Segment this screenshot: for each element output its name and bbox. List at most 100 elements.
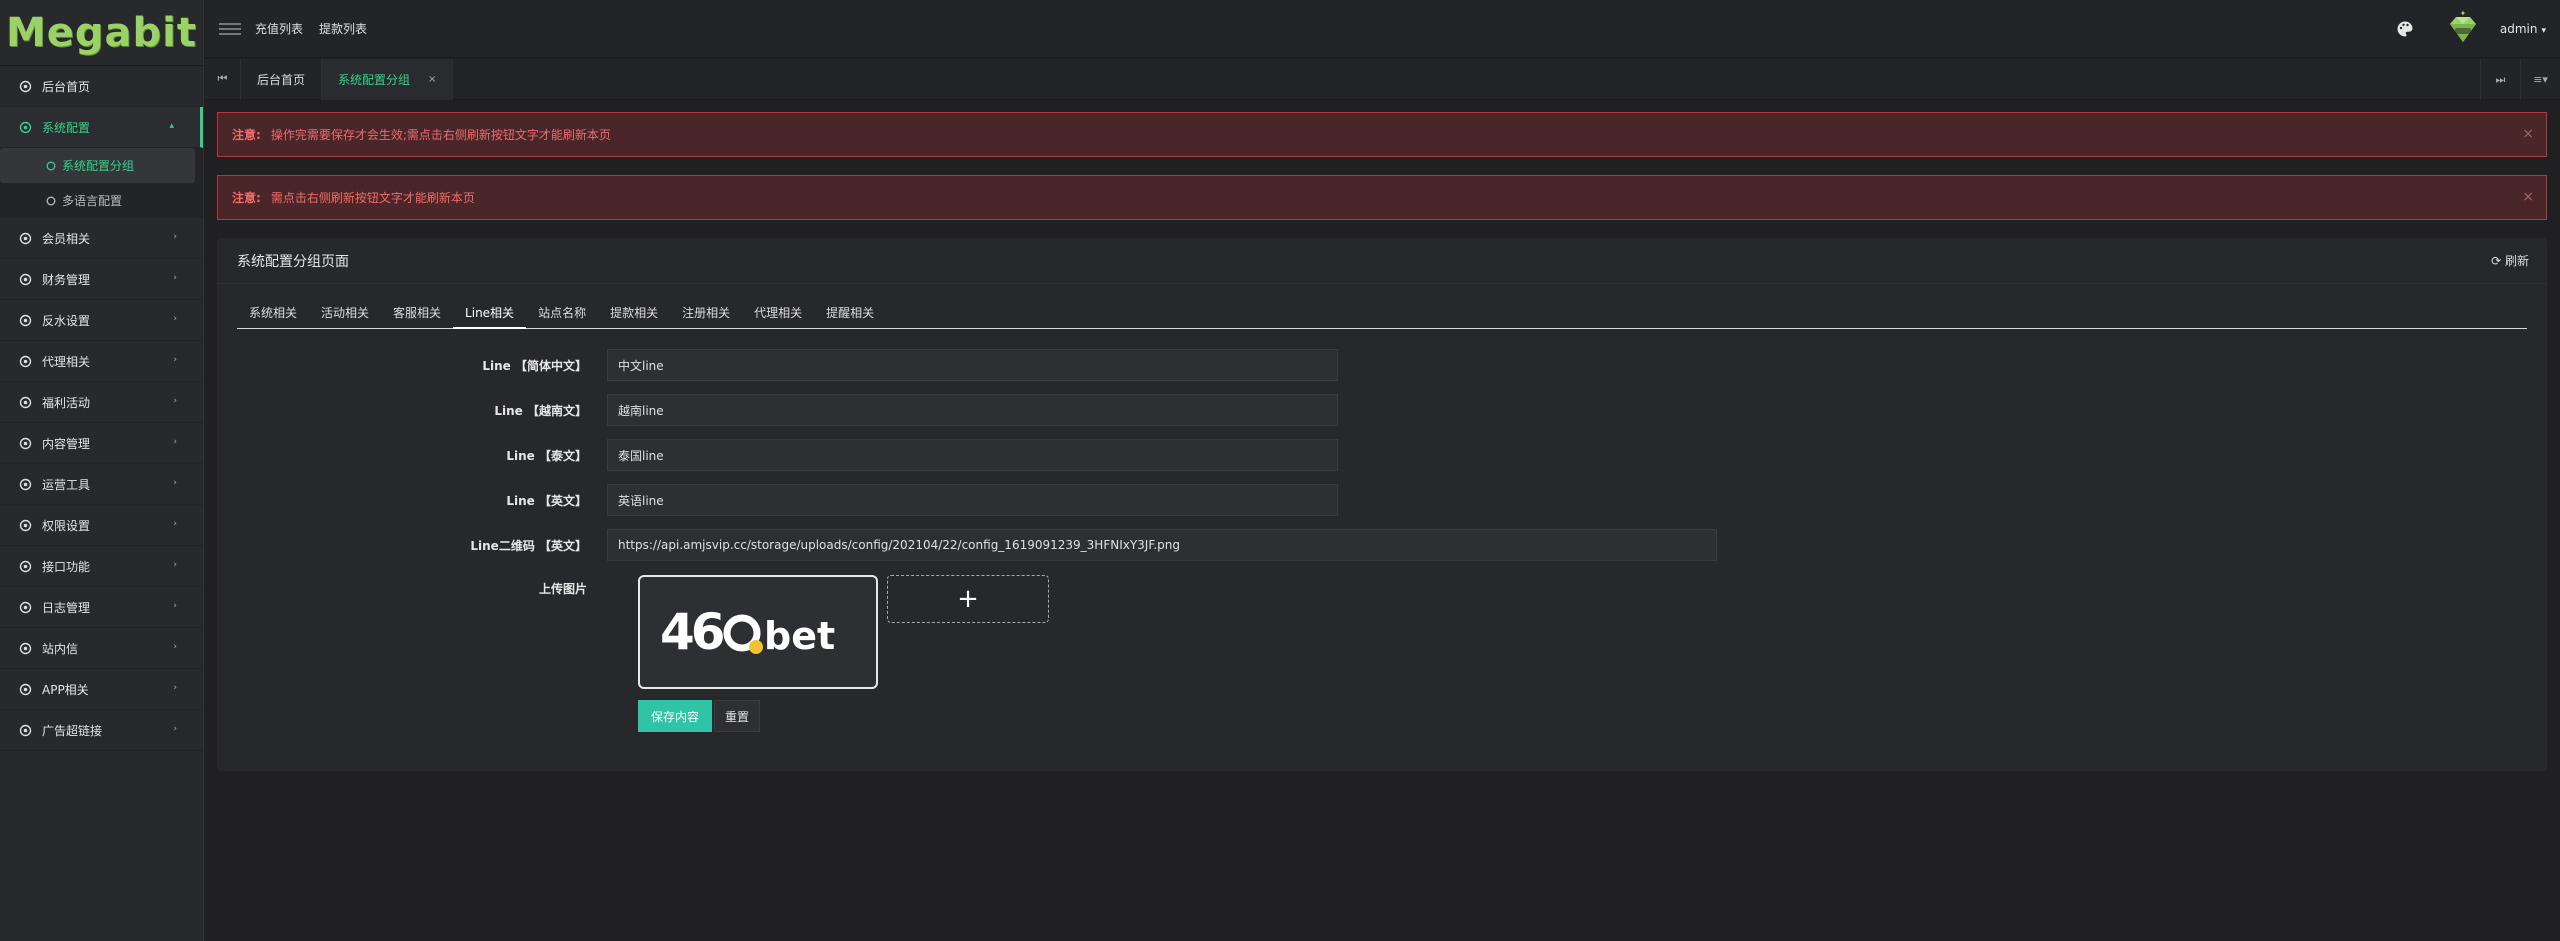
- sub-item-label: 系统配置分组: [62, 159, 135, 173]
- refresh-button[interactable]: ⟳ 刷新: [2491, 252, 2529, 269]
- sidebar-item-label: 广告超链接: [42, 723, 103, 738]
- menu-icon: [18, 477, 32, 491]
- line-en-input[interactable]: [607, 484, 1338, 516]
- tab-bar: ⏮ 后台首页 系统配置分组 × ⏭ ≡▾: [205, 58, 2560, 100]
- menu-icon: [18, 395, 32, 409]
- menu-icon: [18, 272, 32, 286]
- tab-scroll-right-icon[interactable]: ⏭: [2480, 59, 2520, 100]
- sidebar-item-label: 代理相关: [42, 354, 91, 369]
- save-button[interactable]: 保存内容: [638, 700, 712, 732]
- close-icon[interactable]: ×: [2522, 189, 2534, 205]
- sidebar-item-label: 接口功能: [42, 559, 91, 574]
- tab-scroll-left-icon[interactable]: ⏮: [205, 58, 241, 100]
- alert-warning: 注意: 需点击右侧刷新按钮文字才能刷新本页 ×: [217, 175, 2547, 220]
- panel-title: 系统配置分组页面: [237, 253, 349, 270]
- tab-activity[interactable]: 活动相关: [309, 298, 381, 328]
- chevron-right-icon: ›: [173, 437, 177, 447]
- tab-config-group[interactable]: 系统配置分组 ×: [322, 58, 454, 100]
- line-th-input[interactable]: [607, 439, 1338, 471]
- tab-home[interactable]: 后台首页: [241, 58, 323, 100]
- sidebar-item-system-config[interactable]: 系统配置 ▴: [0, 107, 203, 148]
- menu-icon: [18, 313, 32, 327]
- line-vi-input[interactable]: [607, 394, 1338, 426]
- alert-text: 需点击右侧刷新按钮文字才能刷新本页: [270, 191, 475, 205]
- line-zh-input[interactable]: [607, 349, 1338, 381]
- tab-withdraw[interactable]: 提款相关: [598, 298, 670, 328]
- tab-menu-icon[interactable]: ≡▾: [2520, 59, 2560, 100]
- sidebar-item-home[interactable]: 后台首页: [0, 66, 203, 107]
- menu-icon: [18, 354, 32, 368]
- tab-system[interactable]: 系统相关: [237, 298, 309, 328]
- tab-customer-service[interactable]: 客服相关: [381, 298, 453, 328]
- menu-toggle-icon[interactable]: [219, 20, 241, 38]
- user-menu[interactable]: admin ▾: [2500, 22, 2546, 36]
- chevron-right-icon: ›: [173, 396, 177, 406]
- sidebar-item-members[interactable]: 会员相关 ›: [0, 218, 203, 259]
- menu-icon: [46, 161, 56, 171]
- menu-icon: [18, 682, 32, 696]
- brand-logo-image: 46 bet: [660, 603, 835, 661]
- sub-item-config-group[interactable]: 系统配置分组: [0, 148, 195, 183]
- close-icon[interactable]: ×: [428, 74, 436, 85]
- active-tab-indicator: [453, 327, 526, 329]
- sidebar-item-rebate[interactable]: 反水设置 ›: [0, 300, 203, 341]
- uploaded-image-preview[interactable]: 46 bet: [638, 575, 878, 689]
- logo[interactable]: Megabit: [0, 0, 203, 66]
- caret-down-icon: ▾: [2541, 26, 2546, 36]
- username: admin: [2499, 22, 2538, 36]
- sidebar-item-agent[interactable]: 代理相关 ›: [0, 341, 203, 382]
- field-label: 上传图片: [538, 582, 587, 596]
- sidebar-item-content[interactable]: 内容管理 ›: [0, 423, 203, 464]
- form-row: Line二维码 【英文】: [217, 529, 2547, 561]
- chevron-right-icon: ›: [173, 642, 177, 652]
- tab-register[interactable]: 注册相关: [670, 298, 742, 328]
- sidebar-item-ops-tools[interactable]: 运营工具 ›: [0, 464, 203, 505]
- avatar[interactable]: ✦: [2444, 10, 2482, 48]
- tab-agent[interactable]: 代理相关: [742, 298, 814, 328]
- sidebar-item-label: 运营工具: [42, 477, 91, 492]
- chevron-right-icon: ›: [173, 232, 177, 242]
- field-label: Line 【简体中文】: [482, 358, 587, 373]
- menu-icon: [18, 559, 32, 573]
- menu-icon: [18, 79, 32, 93]
- sidebar-item-app[interactable]: APP相关 ›: [0, 669, 203, 710]
- chevron-right-icon: ›: [173, 273, 177, 283]
- sidebar-item-logs[interactable]: 日志管理 ›: [0, 587, 203, 628]
- palette-icon[interactable]: [2396, 20, 2414, 38]
- sidebar-item-label: 权限设置: [42, 518, 91, 533]
- header-link-deposit-list[interactable]: 充值列表: [255, 20, 303, 37]
- sidebar-item-promotions[interactable]: 福利活动 ›: [0, 382, 203, 423]
- menu-icon: [18, 231, 32, 245]
- sidebar-item-label: 内容管理: [42, 436, 91, 451]
- line-qrcode-input[interactable]: [607, 529, 1717, 561]
- config-tabs: 系统相关 活动相关 客服相关 Line相关 站点名称 提款相关 注册相关 代理相…: [237, 298, 2527, 329]
- form-row: 上传图片: [217, 580, 2547, 597]
- tab-line[interactable]: Line相关: [453, 298, 526, 328]
- sidebar-item-label: 财务管理: [42, 272, 91, 287]
- sidebar-item-api[interactable]: 接口功能 ›: [0, 546, 203, 587]
- sidebar-item-ad-links[interactable]: 广告超链接 ›: [0, 710, 203, 751]
- tab-reminder[interactable]: 提醒相关: [814, 298, 886, 328]
- chevron-up-icon: ▴: [169, 121, 174, 131]
- sidebar-item-permissions[interactable]: 权限设置 ›: [0, 505, 203, 546]
- refresh-icon: ⟳: [2491, 254, 2505, 268]
- sidebar-item-label: 福利活动: [42, 395, 91, 410]
- chevron-right-icon: ›: [173, 683, 177, 693]
- sidebar-item-finance[interactable]: 财务管理 ›: [0, 259, 203, 300]
- svg-text:46: 46: [660, 603, 724, 661]
- add-image-button[interactable]: +: [887, 575, 1049, 623]
- header-link-withdraw-list[interactable]: 提款列表: [319, 20, 367, 37]
- tab-site-name[interactable]: 站点名称: [526, 298, 598, 328]
- sub-item-language-config[interactable]: 多语言配置: [0, 183, 203, 218]
- sidebar-item-messages[interactable]: 站内信 ›: [0, 628, 203, 669]
- field-label: Line 【泰文】: [506, 448, 587, 463]
- close-icon[interactable]: ×: [2522, 126, 2534, 142]
- chevron-right-icon: ›: [173, 355, 177, 365]
- reset-button[interactable]: 重置: [714, 700, 760, 732]
- chevron-right-icon: ›: [173, 601, 177, 611]
- logo-text: Megabit: [5, 9, 198, 56]
- top-header: 充值列表 提款列表 ✦ admin ▾: [205, 0, 2560, 58]
- sidebar-item-label: APP相关: [42, 682, 89, 697]
- menu-icon: [18, 518, 32, 532]
- sidebar: Megabit 后台首页 系统配置 ▴ 系统配置分组 多语言配置 会员相关 › 财务…: [0, 0, 204, 941]
